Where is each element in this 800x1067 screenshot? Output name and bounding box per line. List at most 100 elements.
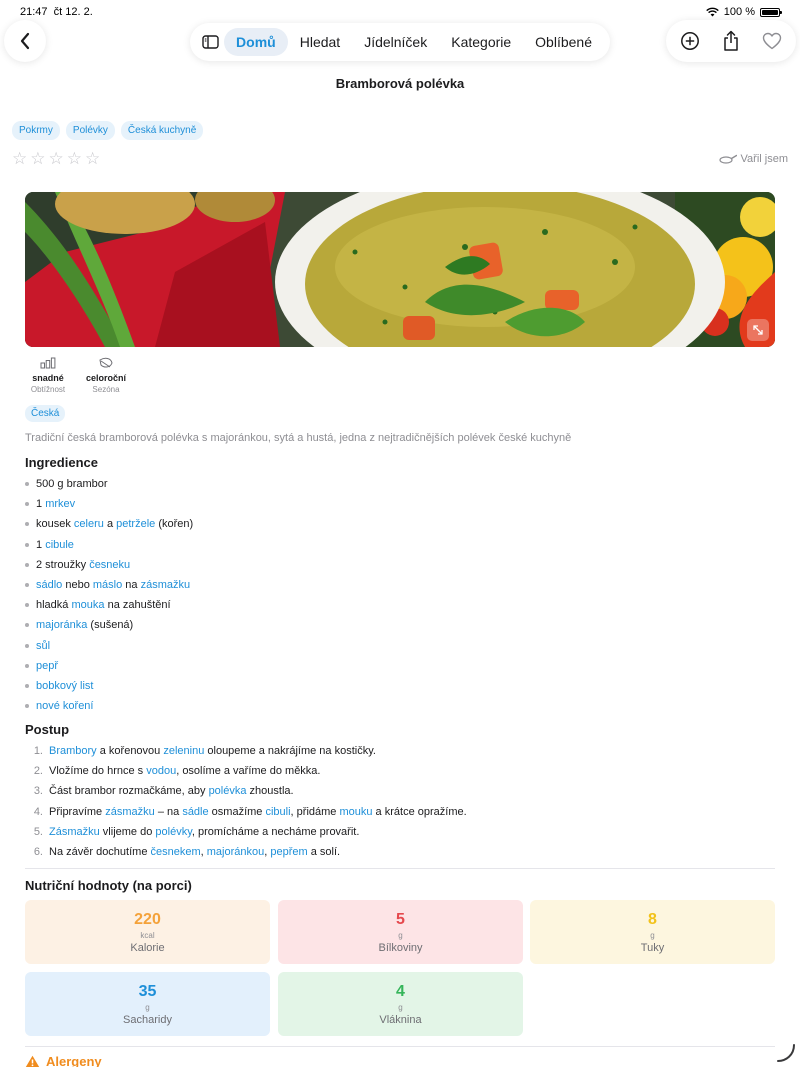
recipe-image[interactable] bbox=[25, 192, 775, 347]
add-icon bbox=[681, 32, 700, 50]
ingredient-link[interactable]: bobkový list bbox=[36, 680, 93, 692]
cooked-button[interactable]: Vařil jsem bbox=[718, 153, 788, 165]
ingredient-link[interactable]: nové koření bbox=[36, 700, 93, 712]
text-segment: nebo bbox=[62, 578, 93, 591]
add-button[interactable] bbox=[673, 24, 707, 58]
ingredient-link[interactable]: cibule bbox=[45, 539, 74, 551]
ingredient-item: sádlo nebo máslo na zásmažku bbox=[25, 575, 193, 595]
ingredient-link[interactable]: majoránka bbox=[36, 619, 87, 631]
resize-handle-icon[interactable] bbox=[776, 1043, 796, 1063]
ingredient-text: pepř bbox=[36, 656, 58, 676]
star-icon[interactable]: ☆ bbox=[85, 150, 100, 168]
text-segment: Na závěr dochutíme bbox=[49, 845, 151, 858]
expand-image-button[interactable] bbox=[747, 319, 769, 341]
tag-dishes[interactable]: Pokrmy bbox=[12, 121, 60, 140]
text-segment: (kořen) bbox=[155, 518, 194, 531]
text-segment: na zahuštění bbox=[104, 599, 171, 612]
ingredient-link[interactable]: máslo bbox=[93, 579, 122, 591]
share-button[interactable] bbox=[714, 24, 748, 58]
tab-meal-plan[interactable]: Jídelníček bbox=[352, 28, 439, 56]
ingredient-item: hladká mouka na zahuštění bbox=[25, 595, 193, 615]
text-segment: 2 stroužky bbox=[36, 558, 90, 571]
ingredient-link[interactable]: polévky bbox=[155, 826, 191, 838]
battery-percent: 100 % bbox=[723, 6, 755, 18]
tag-czech-cuisine[interactable]: Česká kuchyně bbox=[120, 121, 204, 140]
text-segment: kousek bbox=[36, 518, 74, 531]
text-segment: zhoustla. bbox=[246, 785, 294, 798]
season-info: celoroční Sezóna bbox=[83, 355, 129, 394]
ingredient-link[interactable]: mouka bbox=[71, 599, 104, 611]
difficulty-label: Obtížnost bbox=[30, 385, 66, 394]
text-segment: osmažíme bbox=[208, 805, 266, 818]
ingredient-link[interactable]: majoránkou bbox=[207, 846, 264, 858]
text-segment: vlijeme do bbox=[99, 825, 156, 838]
battery-icon bbox=[760, 7, 782, 17]
ingredient-link[interactable]: zeleninu bbox=[163, 745, 204, 757]
recipe-description: Tradiční česká bramborová polévka s majo… bbox=[25, 432, 572, 444]
rating-stars: ☆ ☆ ☆ ☆ ☆ bbox=[12, 150, 100, 168]
ingredient-link[interactable]: polévka bbox=[209, 785, 247, 797]
star-icon[interactable]: ☆ bbox=[12, 150, 27, 168]
tab-favorites[interactable]: Oblíbené bbox=[523, 28, 604, 56]
ingredient-text: sádlo nebo máslo na zásmažku bbox=[36, 575, 190, 595]
soup-photo bbox=[25, 192, 775, 347]
step-item: 1. Brambory a kořenovou zeleninu oloupeme… bbox=[25, 741, 467, 761]
ingredient-link[interactable]: pepř bbox=[36, 660, 58, 672]
ingredient-link[interactable]: Zásmažku bbox=[49, 826, 100, 838]
ingredient-text: nové koření bbox=[36, 696, 93, 716]
ingredient-link[interactable]: česnekem bbox=[151, 846, 201, 858]
ingredient-link[interactable]: cibuli bbox=[265, 806, 290, 818]
ingredient-link[interactable]: pepřem bbox=[270, 846, 307, 858]
star-icon[interactable]: ☆ bbox=[30, 150, 45, 168]
ingredient-link[interactable]: sůl bbox=[36, 640, 50, 652]
step-number: 1. bbox=[33, 745, 43, 757]
cuisine-tag[interactable]: Česká bbox=[25, 405, 66, 422]
favorite-button[interactable] bbox=[755, 24, 789, 58]
ingredient-link[interactable]: Brambory bbox=[49, 745, 97, 757]
ingredient-link[interactable]: mouku bbox=[339, 806, 372, 818]
nutrition-value: 35 bbox=[138, 983, 157, 1000]
tab-search[interactable]: Hledat bbox=[288, 28, 352, 56]
step-text: Na závěr dochutíme česnekem, majoránkou,… bbox=[49, 842, 340, 862]
nutrition-value: 5 bbox=[396, 911, 405, 928]
text-segment: 1 bbox=[36, 498, 46, 511]
ingredient-item: pepř bbox=[25, 656, 193, 676]
text-segment: (sušená) bbox=[87, 619, 134, 632]
ingredient-link[interactable]: celeru bbox=[74, 518, 104, 530]
nutrition-unit: g bbox=[145, 1003, 150, 1012]
nutrition-card-fiber: 4 g Vláknina bbox=[278, 972, 523, 1036]
ingredient-link[interactable]: mrkev bbox=[45, 498, 75, 510]
step-text: Brambory a kořenovou zeleninu oloupeme a… bbox=[49, 741, 376, 761]
star-icon[interactable]: ☆ bbox=[49, 150, 64, 168]
text-segment: 500 g brambor bbox=[36, 478, 108, 490]
step-number: 3. bbox=[33, 785, 43, 798]
nutrition-value: 4 bbox=[396, 983, 405, 1000]
ingredient-link[interactable]: sádlo bbox=[36, 579, 62, 591]
nutrition-label: Tuky bbox=[640, 942, 665, 954]
star-icon[interactable]: ☆ bbox=[67, 150, 82, 168]
step-number: 2. bbox=[33, 765, 43, 778]
ingredient-link[interactable]: zásmažku bbox=[105, 806, 155, 818]
nutrition-card-fat: 8 g Tuky bbox=[530, 900, 775, 964]
ingredient-link[interactable]: petržele bbox=[116, 518, 155, 530]
sidebar-toggle-button[interactable] bbox=[196, 28, 224, 56]
ingredient-link[interactable]: sádle bbox=[182, 806, 208, 818]
expand-icon bbox=[753, 325, 763, 335]
step-text: Část brambor rozmačkáme, aby polévka zho… bbox=[49, 781, 294, 801]
text-segment: Část brambor rozmačkáme, aby bbox=[49, 785, 209, 798]
action-bar bbox=[666, 20, 796, 62]
text-segment: a solí. bbox=[307, 845, 341, 858]
ingredient-link[interactable]: vodou bbox=[146, 765, 176, 777]
warning-icon bbox=[25, 1055, 40, 1067]
tab-home[interactable]: Domů bbox=[224, 28, 288, 56]
step-item: 5. Zásmažku vlijeme do polévky, promíchám… bbox=[25, 822, 467, 842]
step-item: 2. Vložíme do hrnce s vodou, osolíme a va… bbox=[25, 761, 467, 781]
tag-soups[interactable]: Polévky bbox=[65, 121, 115, 140]
step-item: 3. Část brambor rozmačkáme, aby polévka z… bbox=[25, 781, 467, 801]
ingredient-item: kousek celeru a petržele (kořen) bbox=[25, 514, 193, 534]
allergens-heading[interactable]: Alergeny bbox=[25, 1054, 102, 1067]
ingredient-link[interactable]: zásmažku bbox=[141, 579, 191, 591]
ingredient-link[interactable]: česneku bbox=[89, 559, 130, 571]
tab-categories[interactable]: Kategorie bbox=[439, 28, 523, 56]
back-button[interactable] bbox=[4, 20, 46, 62]
